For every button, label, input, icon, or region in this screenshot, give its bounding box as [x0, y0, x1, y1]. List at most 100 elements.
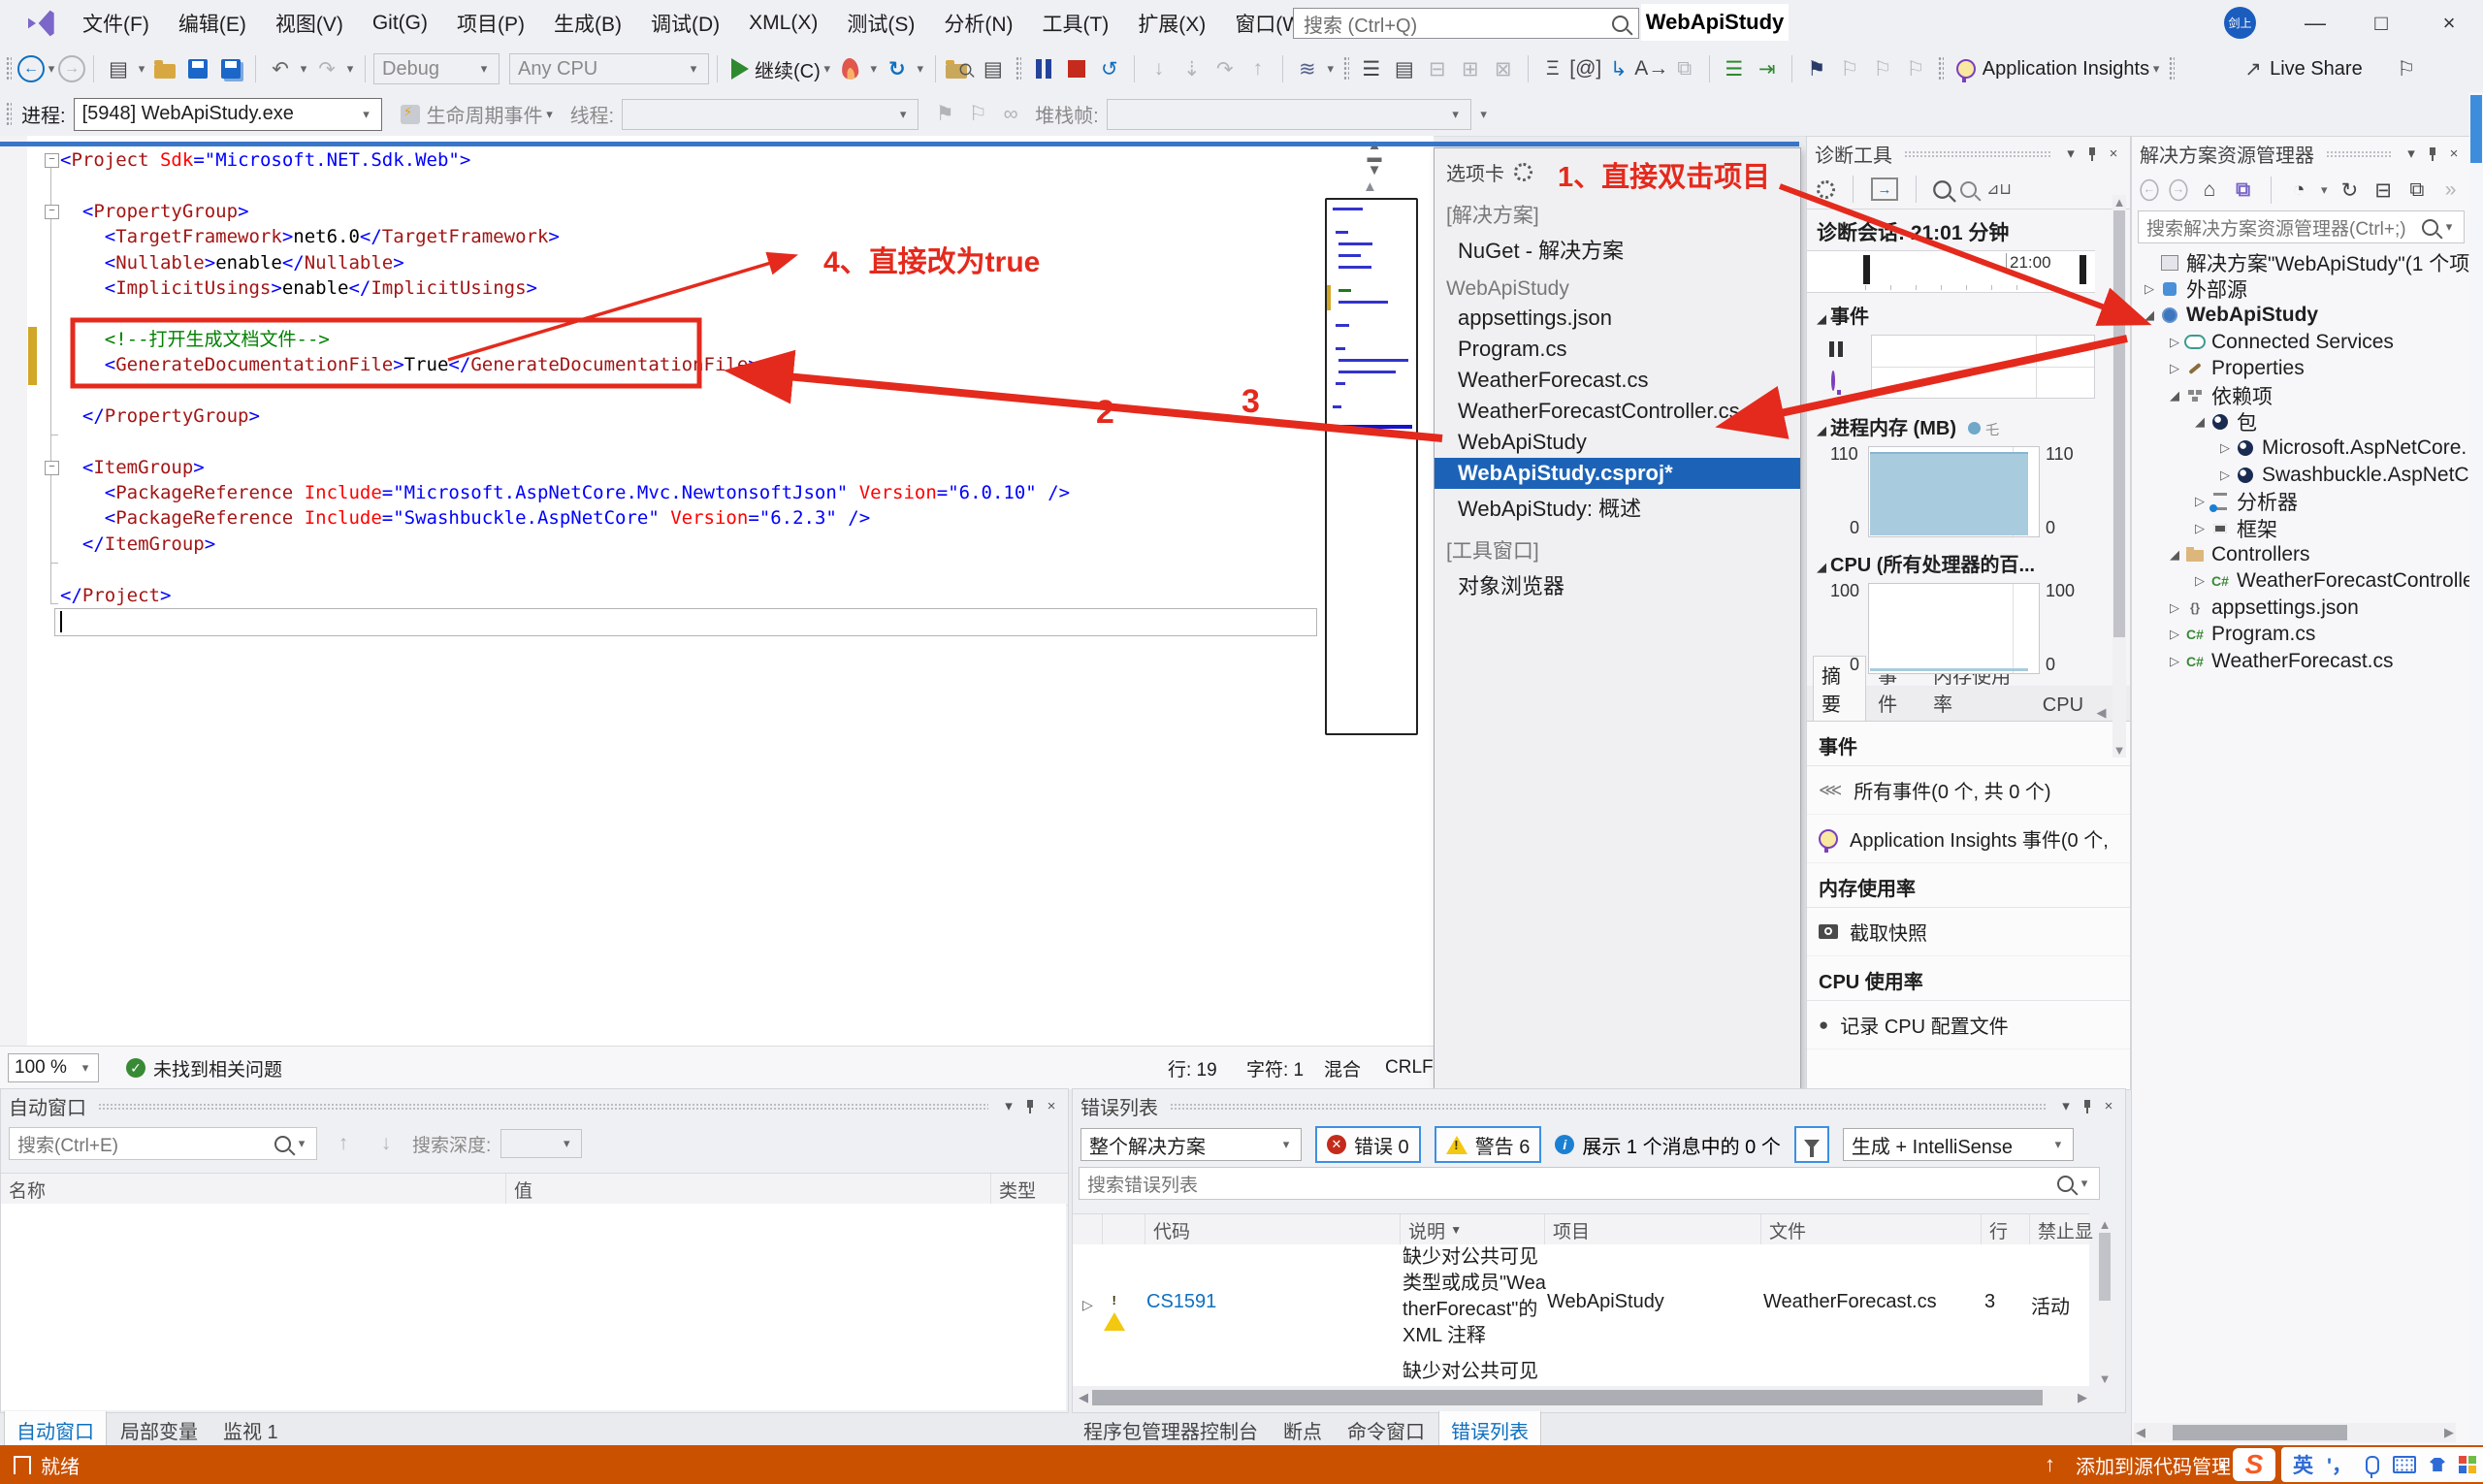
undo-icon[interactable]: ↶ [266, 54, 295, 83]
chevron-up-icon[interactable]: ▴ [2219, 1457, 2226, 1472]
tree-item-appsettings.json[interactable]: ▷{}appsettings.json [2132, 595, 2470, 621]
step-into-icon[interactable]: ⇣ [1177, 54, 1207, 83]
minimap-scrollbar[interactable] [1325, 198, 1418, 735]
memory-section-header[interactable]: 进程内存 (MB) [1830, 418, 1956, 439]
char-indicator[interactable]: 字符: 1 [1246, 1055, 1304, 1081]
error-code-link[interactable]: CS1591 [1146, 1291, 1216, 1313]
zoom-in-icon[interactable] [1933, 180, 1951, 199]
switch-views-icon[interactable]: ⧉ [2231, 176, 2255, 205]
tool-tab-命令窗口[interactable]: 命令窗口 [1336, 1411, 1436, 1449]
restart-app-icon[interactable]: ↻ [883, 54, 912, 83]
code-line[interactable]: </PropertyGroup> [60, 403, 1070, 429]
diagnostics-scrollbar[interactable]: ▲ ▼ [2112, 195, 2126, 758]
ime-skin-icon[interactable] [2430, 1458, 2445, 1471]
stop-debugging-icon[interactable] [1062, 54, 1091, 83]
navigate-back-button[interactable]: ← [17, 55, 45, 82]
timeline-marker[interactable] [2080, 255, 2086, 284]
bookmark-icon[interactable]: ⚑ [1802, 54, 1831, 83]
tab-item-WebApiStudy[interactable]: WebApiStudy [1435, 427, 1800, 458]
notifications-icon[interactable] [14, 1456, 31, 1474]
code-line[interactable]: <TargetFramework>net6.0</TargetFramework… [60, 224, 1070, 249]
code-line[interactable] [60, 378, 1070, 403]
ime-punctuation-label[interactable]: '， [2327, 1450, 2352, 1479]
eol-indicator[interactable]: CRLF [1385, 1057, 1434, 1079]
redo-icon[interactable]: ↷ [312, 54, 341, 83]
menu-item[interactable]: Git(G) [358, 12, 442, 35]
search-down-icon[interactable]: ↓ [371, 1129, 401, 1158]
tab-item-NuGet - 解决方案[interactable]: NuGet - 解决方案 [1435, 231, 1800, 268]
zoom-out-icon[interactable] [1960, 181, 1977, 198]
toolbar-grip[interactable] [6, 102, 12, 127]
new-project-dropdown[interactable]: ▾ [135, 61, 148, 77]
ime-mode-label[interactable]: 英 [2293, 1450, 2313, 1479]
forward-icon[interactable]: → [2169, 179, 2187, 201]
properties-icon[interactable]: ⧉ [2405, 176, 2430, 205]
break-all-icon[interactable] [1029, 54, 1058, 83]
code-line[interactable]: <!--打开生成文档文件--> [60, 327, 1070, 352]
tool-tab-程序包管理器控制台[interactable]: 程序包管理器控制台 [1072, 1411, 1270, 1449]
filter-button[interactable] [1794, 1126, 1829, 1163]
ime-toolbox-icon[interactable] [2459, 1456, 2476, 1473]
code-line[interactable]: <GenerateDocumentationFile>True</Generat… [60, 352, 1070, 377]
tab-item-对象浏览器[interactable]: 对象浏览器 [1435, 566, 1800, 603]
step-out-icon[interactable]: ↑ [1243, 54, 1273, 83]
column-description[interactable]: 说明 ▼ [1400, 1214, 1553, 1245]
lifecycle-events-icon[interactable] [396, 100, 425, 129]
column-type[interactable]: 类型 [990, 1174, 1075, 1205]
pending-changes-filter-icon[interactable]: ◔ [2287, 176, 2311, 205]
menu-item[interactable]: 工具(T) [1027, 9, 1123, 38]
panel-drag-area[interactable] [1170, 1103, 2046, 1110]
column-project[interactable]: 项目 [1544, 1214, 1769, 1245]
outline-collapse-box[interactable]: − [45, 205, 59, 219]
application-insights-icon[interactable] [1951, 54, 1981, 83]
code-line[interactable]: <PropertyGroup> [60, 199, 1070, 224]
code-line[interactable]: <Project Sdk="Microsoft.NET.Sdk.Web"> [60, 147, 1070, 173]
search-up-icon[interactable]: ↑ [329, 1129, 358, 1158]
show-next-statement-icon[interactable]: ↓ [1145, 54, 1174, 83]
scrollbar-thumb[interactable] [2470, 95, 2482, 163]
autos-search-input[interactable]: 搜索(Ctrl+E) ▾ [9, 1127, 317, 1160]
tree-collapsed-arrow[interactable]: ▷ [2165, 361, 2184, 376]
error-state[interactable]: 活动 [2031, 1291, 2070, 1319]
goto-definition-icon[interactable]: ↳ [1604, 54, 1633, 83]
tool-tab-断点[interactable]: 断点 [1272, 1411, 1334, 1449]
pin-icon[interactable] [2082, 1099, 2092, 1113]
tree-collapsed-arrow[interactable]: ▷ [2165, 654, 2184, 669]
schema-clear-icon[interactable]: ⊠ [1489, 54, 1518, 83]
window-position-icon[interactable]: ▾ [2402, 145, 2420, 162]
process-select[interactable]: [5948] WebApiStudy.exe▾ [74, 98, 382, 131]
tree-collapsed-arrow[interactable]: ▷ [2190, 494, 2209, 509]
feedback-icon[interactable]: ⚐ [2392, 54, 2421, 83]
flagged-only-icon[interactable]: ⚐ [963, 100, 992, 129]
export-icon[interactable]: → [1871, 177, 1898, 201]
menu-item[interactable]: XML(X) [734, 12, 832, 35]
filter-dropdown[interactable]: ▾ [2319, 182, 2331, 198]
tree-item-Properties[interactable]: ▷Properties [2132, 356, 2470, 382]
restart-dropdown[interactable]: ▾ [914, 61, 927, 77]
menu-item[interactable]: 测试(S) [832, 9, 929, 38]
editor-zoom-select[interactable]: 100 %▾ [8, 1053, 99, 1082]
tree-item-分析器[interactable]: ▷分析器 [2132, 489, 2470, 515]
tree-item-解决方案"WebApiStudy"(1 个项目/共[interactable]: 解决方案"WebApiStudy"(1 个项目/共 [2132, 249, 2470, 275]
hot-reload-dropdown[interactable]: ▾ [867, 61, 881, 77]
solution-platform-select[interactable]: Any CPU▾ [509, 53, 709, 84]
menu-item[interactable]: 文件(F) [68, 9, 164, 38]
application-insights-button[interactable]: Application Insights [1983, 58, 2149, 81]
attributes-icon[interactable]: [@] [1571, 54, 1600, 83]
navigate-forward-button[interactable]: → [58, 55, 85, 82]
tree-collapsed-arrow[interactable]: ▷ [2165, 627, 2184, 642]
diagnostics-timeline[interactable]: 21:00 [1807, 250, 2095, 293]
tool-tab-自动窗口[interactable]: 自动窗口 [4, 1411, 107, 1450]
undo-dropdown[interactable]: ▾ [297, 61, 310, 77]
all-events-link[interactable]: ⋘ 所有事件(0 个, 共 0 个) [1807, 766, 2130, 815]
toolbar-overflow[interactable]: ▾ [1477, 107, 1491, 122]
code-editor[interactable]: − − − <Project Sdk="Microsoft.NET.Sdk.We… [0, 136, 1434, 1046]
record-cpu-link[interactable]: ● 记录 CPU 配置文件 [1807, 1001, 2130, 1049]
add-to-source-control-button[interactable]: 添加到源代码管理 [2076, 1451, 2231, 1479]
right-scrollbar[interactable] [2469, 92, 2483, 1445]
code-line[interactable]: <ItemGroup> [60, 455, 1070, 480]
error-file[interactable]: WeatherForecast.cs [1763, 1291, 1937, 1313]
restart-debugging-icon[interactable]: ↺ [1095, 54, 1124, 83]
gear-icon[interactable] [1514, 163, 1532, 181]
tree-collapsed-arrow[interactable]: ▷ [2215, 468, 2235, 483]
